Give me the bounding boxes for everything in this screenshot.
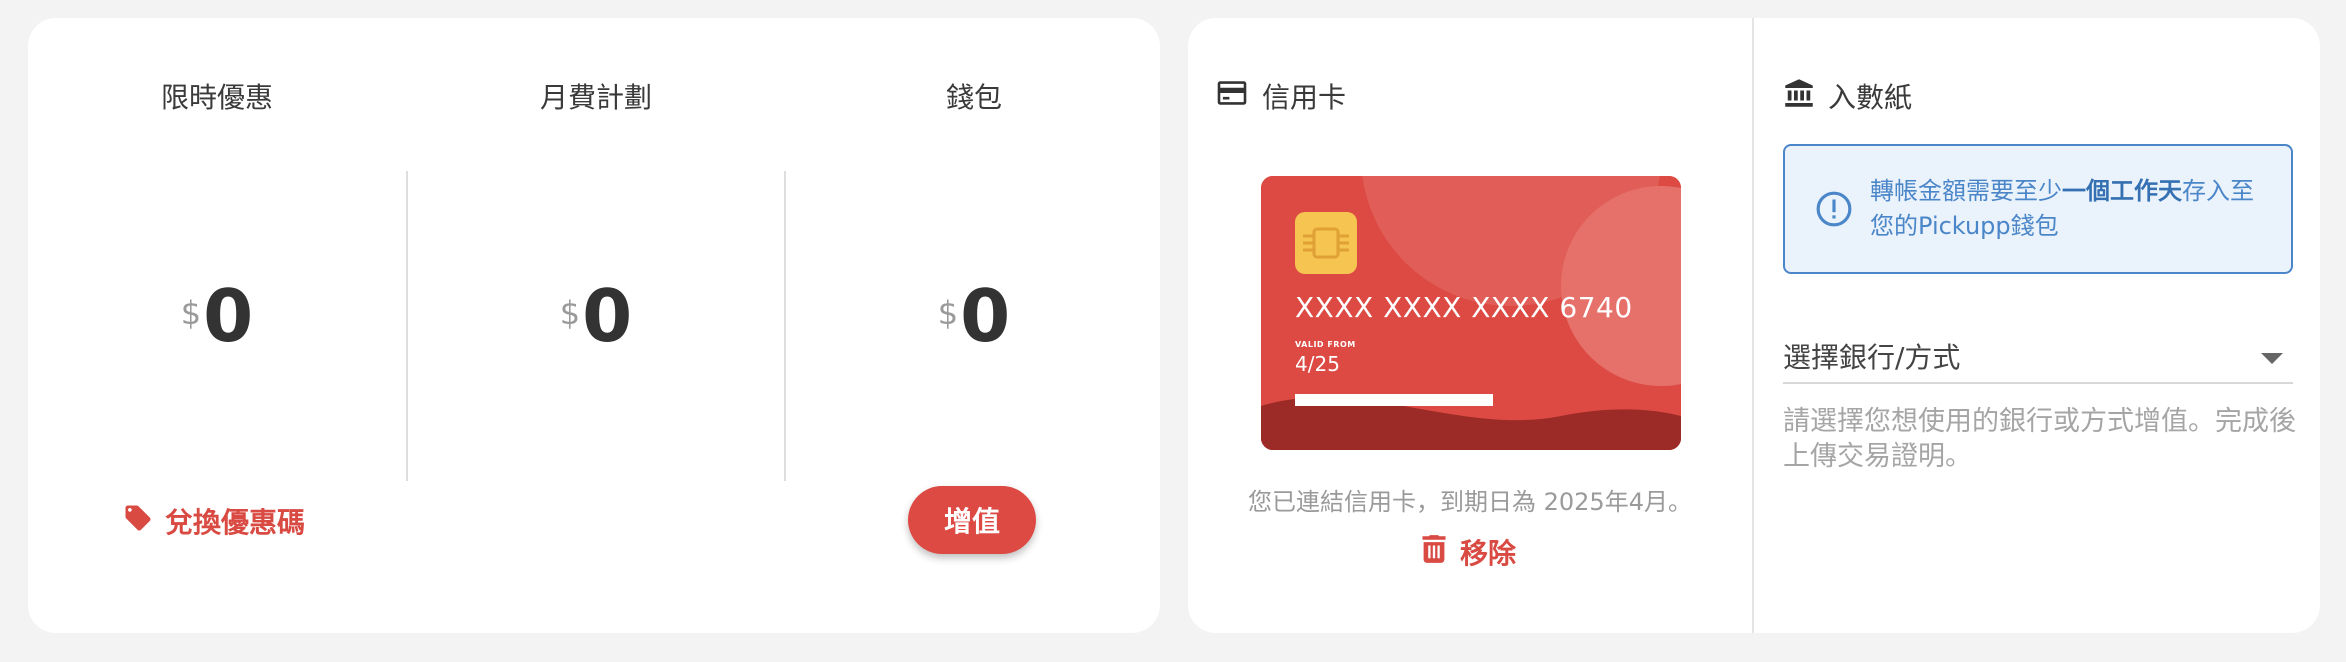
balance-value: 0 xyxy=(960,274,1011,358)
transfer-notice-text: 轉帳金額需要至少一個工作天存入至您的Pickupp錢包 xyxy=(1870,174,2270,244)
balance-title: 月費計劃 xyxy=(539,81,652,114)
balance-title: 限時優惠 xyxy=(160,81,273,114)
card-chip-icon xyxy=(1295,212,1357,274)
tag-icon xyxy=(123,503,153,540)
notice-text-bold: 一個工作天 xyxy=(2062,177,2182,205)
balance-amount: $ 0 xyxy=(786,280,1162,352)
currency-symbol: $ xyxy=(937,294,959,332)
credit-card-icon xyxy=(1216,80,1248,113)
balance-value: 0 xyxy=(203,274,254,358)
bank-method-select[interactable]: 選擇銀行/方式 xyxy=(1783,318,2293,384)
balance-title: 錢包 xyxy=(945,81,1002,114)
currency-symbol: $ xyxy=(559,294,581,332)
bank-method-select-label: 選擇銀行/方式 xyxy=(1783,341,1961,374)
credit-card-heading-label: 信用卡 xyxy=(1262,81,1347,114)
chevron-down-icon xyxy=(2261,350,2283,369)
valid-date: 4/25 xyxy=(1295,352,1340,376)
balance-panel: 限時優惠 $ 0 月費計劃 $ 0 錢包 $ 0 兌換優惠碼 增值 xyxy=(28,18,1160,633)
remove-card-label: 移除 xyxy=(1460,537,1517,570)
credit-card-visual: XXXX XXXX XXXX 6740 VALID FROM 4/25 xyxy=(1261,176,1681,450)
bank-transfer-heading: 入數紙 xyxy=(1784,76,1912,116)
redeem-promo-link[interactable]: 兌換優惠碼 xyxy=(123,501,305,541)
bank-transfer-heading-label: 入數紙 xyxy=(1828,81,1913,114)
credit-card-heading: 信用卡 xyxy=(1216,76,1346,116)
info-icon xyxy=(1815,190,1853,232)
payment-method-panel: 信用卡 XXXX XXXX XXXX 6740 VALID FROM 4/25 … xyxy=(1188,18,2320,633)
balance-limited-offer: 限時優惠 $ 0 xyxy=(28,18,406,483)
notice-text-start: 轉帳金額需要至少 xyxy=(1870,177,2062,205)
currency-symbol: $ xyxy=(180,294,202,332)
trash-icon xyxy=(1420,534,1448,571)
transfer-notice: 轉帳金額需要至少一個工作天存入至您的Pickupp錢包 xyxy=(1783,144,2293,274)
bank-icon xyxy=(1784,78,1814,114)
top-up-button[interactable]: 增值 xyxy=(908,486,1036,554)
redeem-promo-label: 兌換優惠碼 xyxy=(165,506,306,539)
balance-value: 0 xyxy=(582,274,633,358)
balance-amount: $ 0 xyxy=(408,280,784,352)
cardholder-name-bar xyxy=(1295,394,1493,406)
balance-monthly-plan: 月費計劃 $ 0 xyxy=(406,81,784,481)
balance-wallet: 錢包 $ 0 xyxy=(784,81,1162,481)
card-expiry-note: 您已連結信用卡，到期日為 2025年4月。 xyxy=(1248,488,1692,516)
remove-card-button[interactable]: 移除 xyxy=(1420,532,1516,572)
bank-help-text: 請選擇您想使用的銀行或方式增值。完成後上傳交易證明。 xyxy=(1783,406,2296,472)
valid-from-label: VALID FROM xyxy=(1295,340,1356,349)
section-divider xyxy=(1752,18,1754,633)
card-number: XXXX XXXX XXXX 6740 xyxy=(1295,291,1633,324)
balance-amount: $ 0 xyxy=(28,280,406,352)
